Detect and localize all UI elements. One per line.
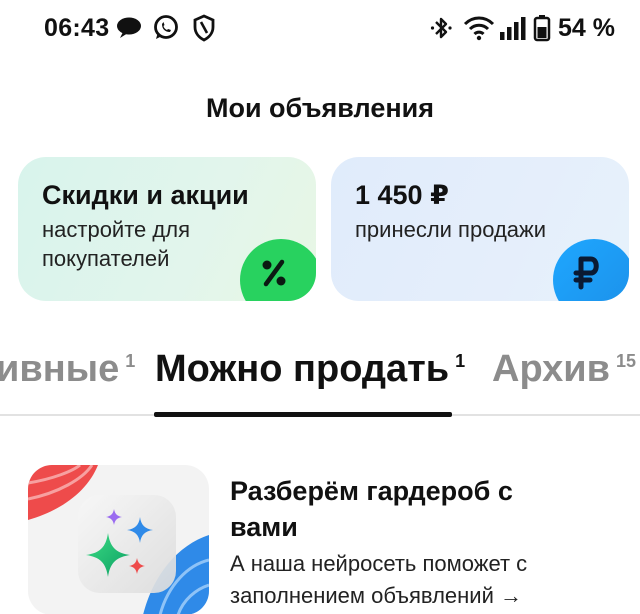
tab-archive[interactable]: Архив 15: [492, 348, 636, 391]
tab-count: 1: [125, 351, 136, 371]
tab-label: ивные: [0, 348, 120, 390]
wardrobe-promo-banner[interactable]: Разберём гардероб с вами А наша нейросет…: [0, 448, 640, 614]
tab-count: 15: [616, 351, 637, 371]
active-tab-indicator: [154, 412, 452, 417]
chat-bubble-icon: [115, 14, 143, 42]
sales-amount: 1 450 ₽: [355, 180, 449, 210]
ruble-icon: [553, 239, 629, 301]
promo-text: А наша нейросеть поможет с заполнением о…: [230, 551, 528, 608]
promo-title: Разберём гардероб с вами: [230, 476, 513, 542]
status-bar: 06:43 54 %: [0, 0, 640, 58]
discounts-card[interactable]: Скидки и акции настройте для покупателей: [18, 157, 316, 301]
tab-can-sell[interactable]: Можно продать 1: [155, 348, 465, 391]
tab-count: 1: [455, 351, 466, 371]
promo-image: [28, 465, 209, 614]
tab-active-listings[interactable]: ивные 1: [0, 348, 135, 391]
page-title: Мои объявления: [205, 93, 435, 123]
tab-label: Архив: [492, 348, 611, 390]
percent-icon: [240, 239, 316, 301]
tab-label: Можно продать: [155, 348, 450, 390]
battery-percent: 54 %: [558, 14, 615, 42]
whatsapp-icon: [152, 14, 180, 42]
bluetooth-icon: [430, 14, 454, 42]
sales-card[interactable]: 1 450 ₽ принесли продажи: [331, 157, 629, 301]
discounts-card-title: Скидки и акции: [42, 180, 249, 210]
signal-icon: [498, 14, 528, 42]
battery-icon: [533, 14, 551, 42]
wifi-icon: [463, 14, 495, 42]
shield-icon: [192, 14, 216, 42]
discounts-card-subtitle: настройте для покупателей: [42, 217, 190, 271]
sales-card-subtitle: принесли продажи: [355, 217, 547, 242]
status-time: 06:43: [44, 14, 110, 42]
listing-tabs: ивные 1 Можно продать 1 Архив 15: [0, 330, 640, 420]
